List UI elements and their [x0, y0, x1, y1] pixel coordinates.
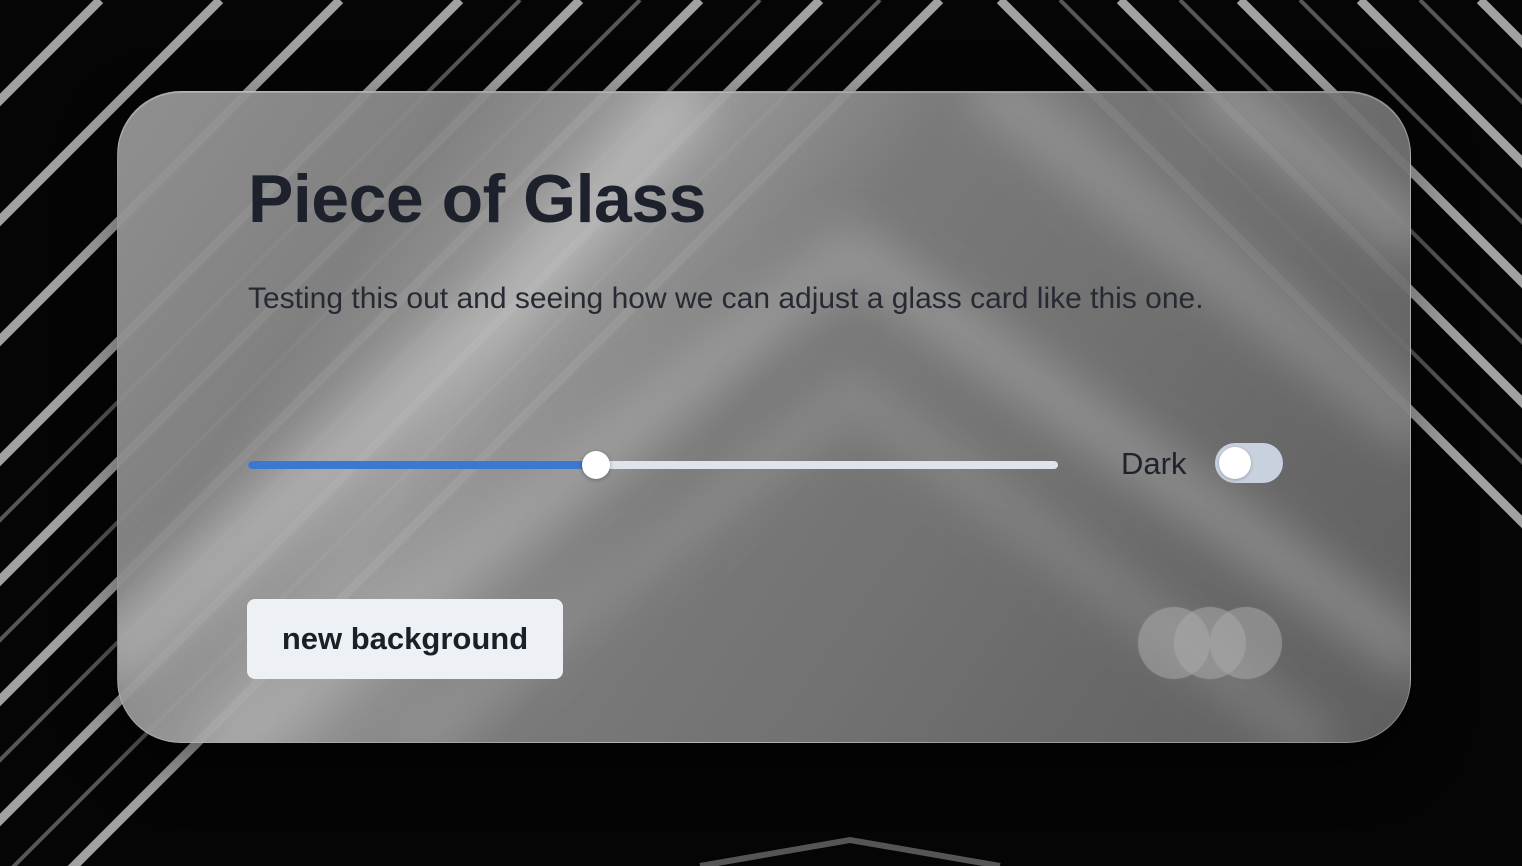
glass-card: Piece of Glass Testing this out and seei…: [117, 91, 1411, 743]
card-subtitle: Testing this out and seeing how we can a…: [248, 282, 1204, 315]
card-title: Piece of Glass: [248, 161, 706, 237]
dark-mode-label: Dark: [1121, 446, 1187, 481]
slider-thumb[interactable]: [582, 451, 611, 479]
dot-3[interactable]: [1210, 607, 1282, 679]
slider-fill: [248, 461, 597, 469]
blur-slider[interactable]: [248, 447, 1058, 483]
toggle-knob: [1219, 447, 1251, 479]
dark-mode-toggle[interactable]: [1215, 443, 1283, 483]
color-dots: [1138, 607, 1284, 681]
new-background-button[interactable]: new background: [247, 599, 563, 679]
